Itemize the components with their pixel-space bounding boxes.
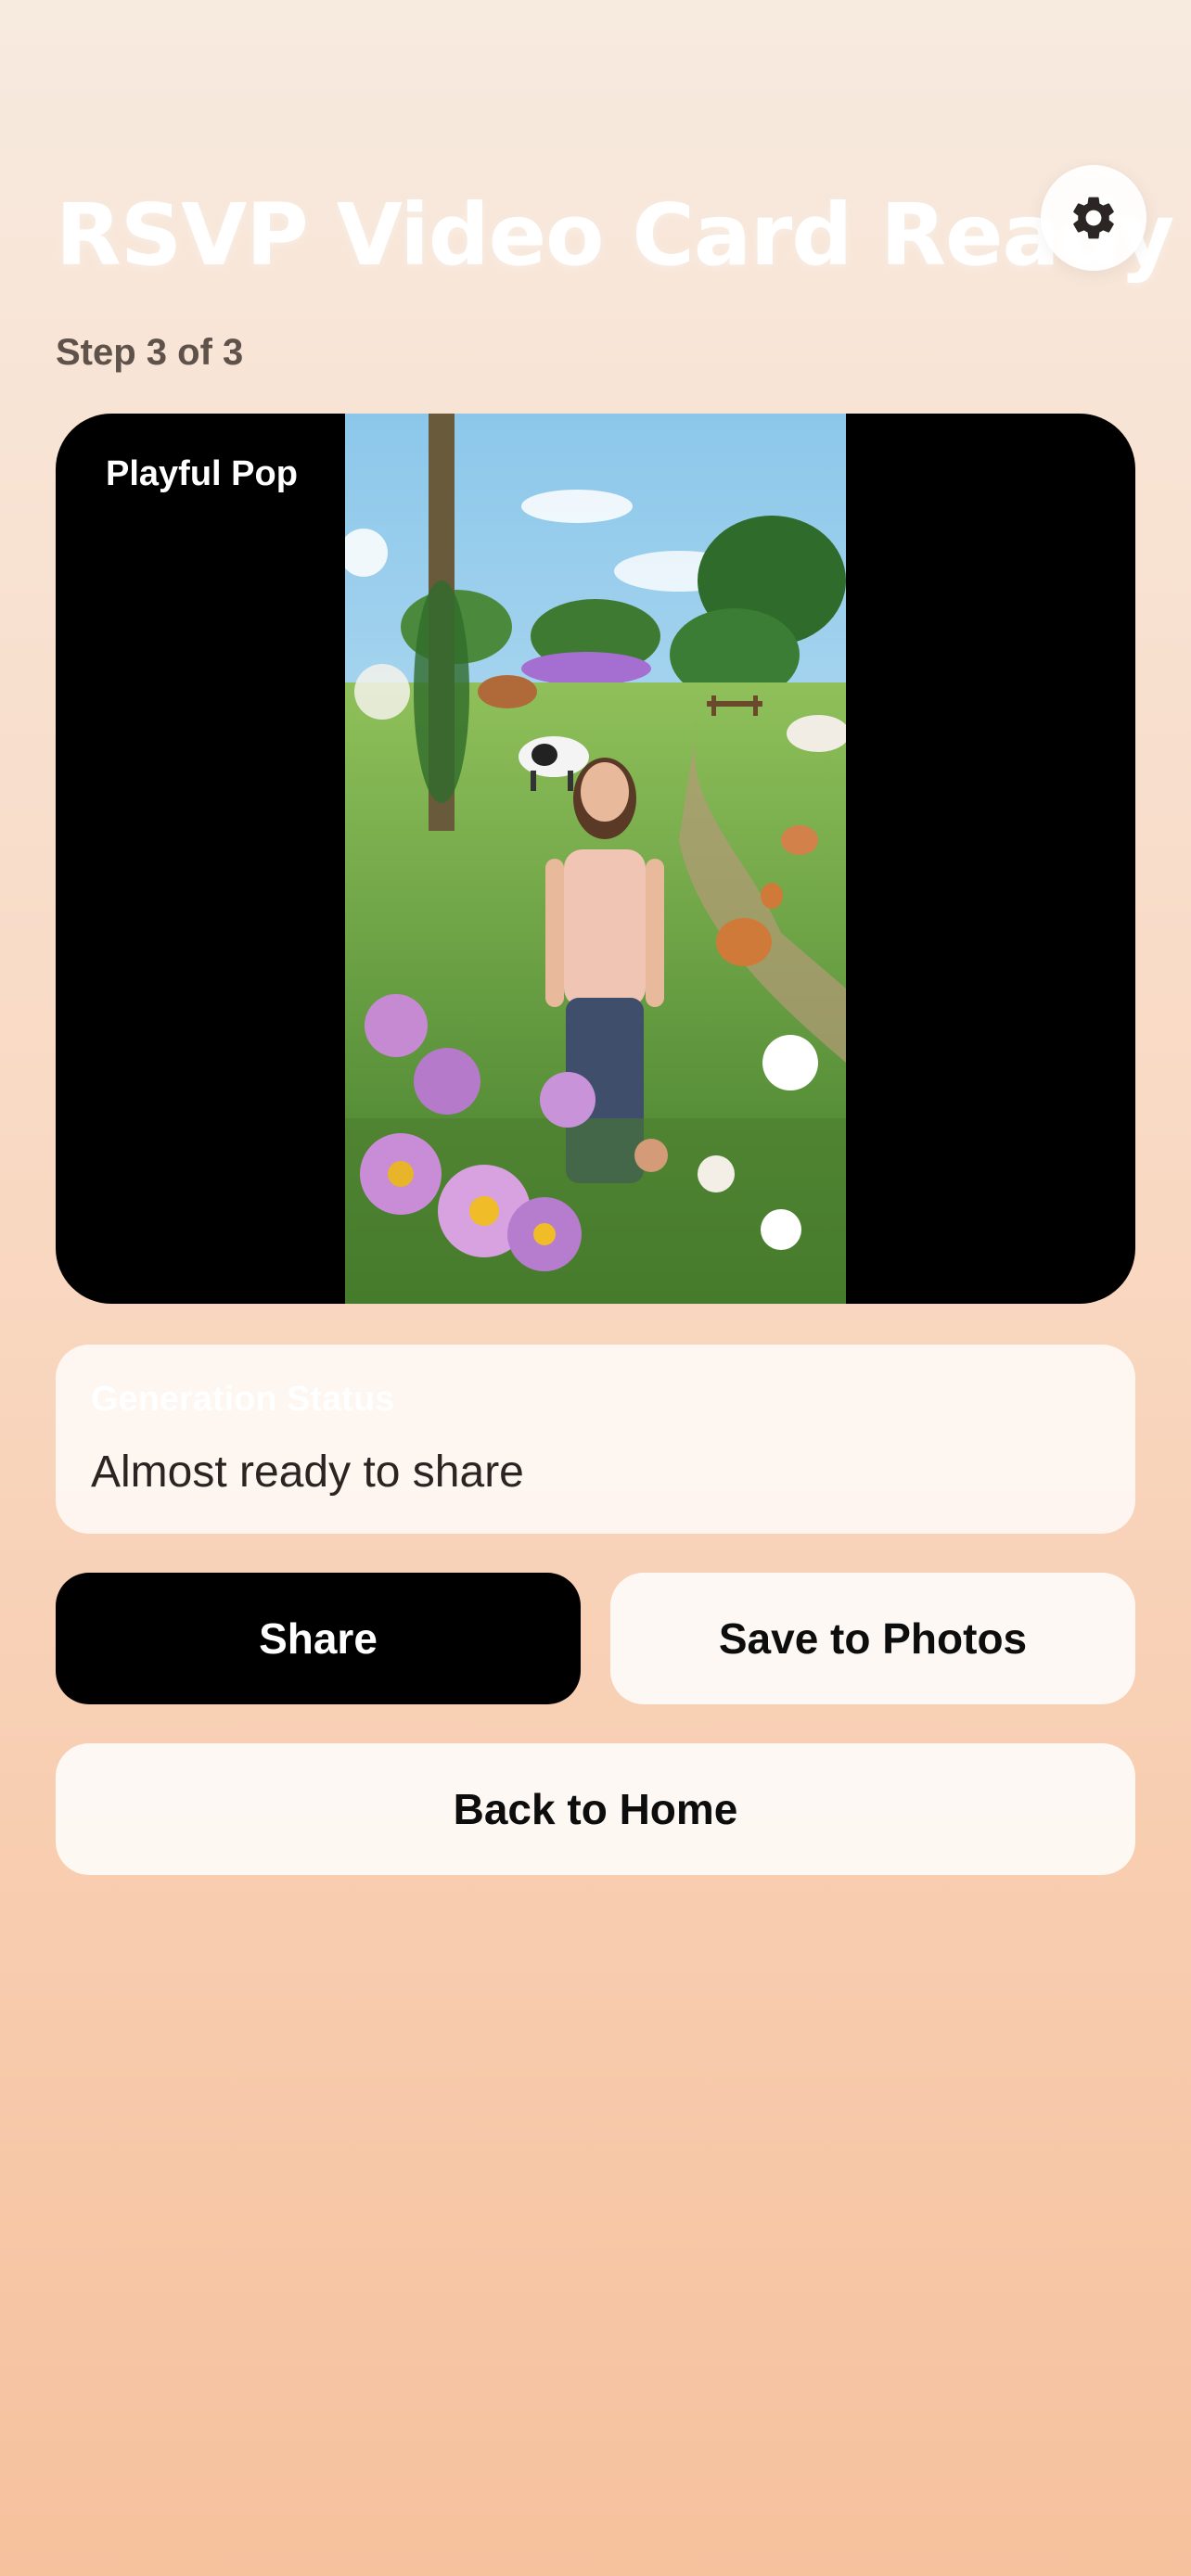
video-frame[interactable] [345,414,846,1304]
gear-icon [1073,197,1114,239]
save-to-photos-button[interactable]: Save to Photos [610,1573,1135,1704]
status-message: Almost ready to share [91,1447,524,1497]
page-title: RSVP Video Card Ready [56,185,1174,285]
style-label: Playful Pop [106,454,298,493]
generation-status-card: Generation Status Almost ready to share [56,1345,1135,1534]
share-button[interactable]: Share [56,1573,581,1704]
video-preview[interactable]: Playful Pop [56,414,1135,1304]
video-thumbnail [345,414,846,1304]
step-indicator: Step 3 of 3 [56,332,244,373]
status-heading: Generation Status [91,1380,395,1419]
back-to-home-button[interactable]: Back to Home [56,1743,1135,1875]
settings-button[interactable] [1041,165,1146,271]
